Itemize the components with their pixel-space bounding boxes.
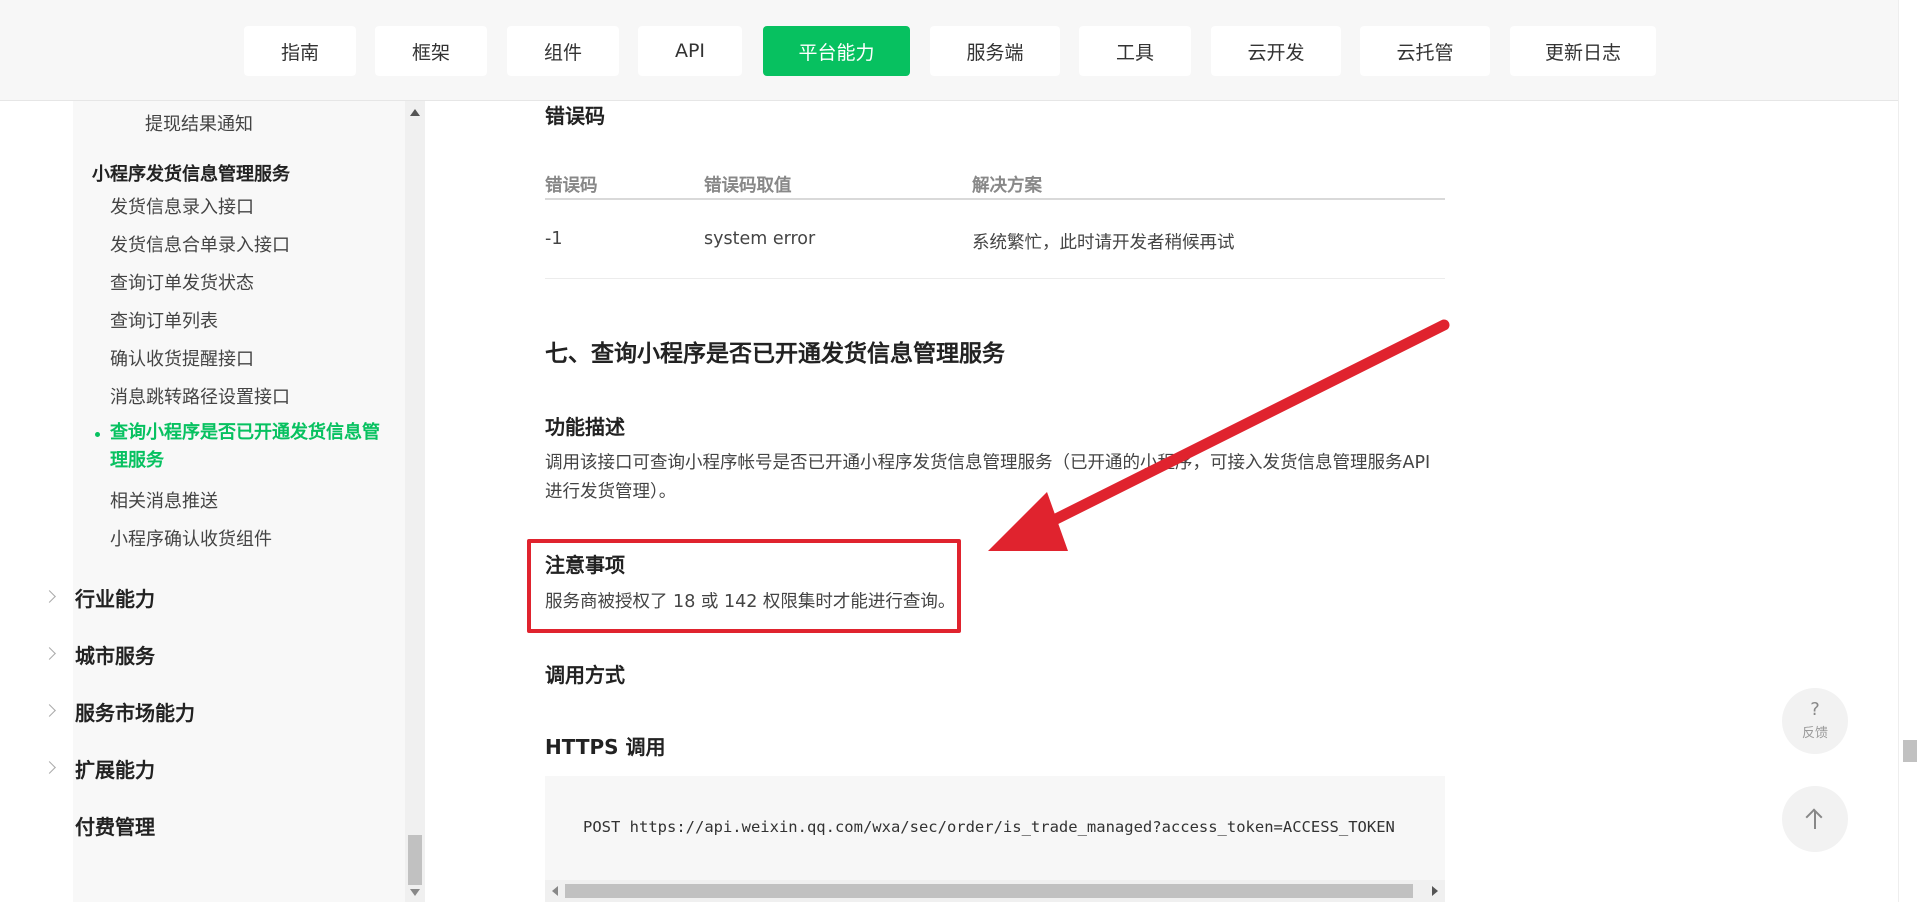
- description-line-1: 调用该接口可查询小程序帐号是否已开通小程序发货信息管理服务（已开通的小程序，可接…: [545, 453, 1431, 473]
- https-call-heading: HTTPS 调用: [545, 735, 666, 759]
- active-indicator-dot: [95, 432, 100, 437]
- description-heading: 功能描述: [545, 415, 625, 439]
- sidebar-section-extension[interactable]: 扩展能力: [75, 754, 155, 783]
- sidebar-section-industry[interactable]: 行业能力: [75, 583, 155, 612]
- arrow-up-icon: [1805, 808, 1825, 830]
- sidebar-item-message-jump-path[interactable]: 消息跳转路径设置接口: [110, 383, 290, 409]
- sidebar-item-query-service-opened[interactable]: 查询小程序是否已开通发货信息管理服务: [110, 419, 380, 475]
- code-request-line: POST https://api.weixin.qq.com/wxa/sec/o…: [583, 818, 1395, 836]
- scroll-up-icon[interactable]: [410, 109, 420, 116]
- nav-item-server[interactable]: 服务端: [930, 26, 1060, 76]
- table-header-divider: [545, 198, 1445, 200]
- table-cell-solution: 系统繁忙，此时请开发者稍候再试: [972, 233, 1235, 253]
- sidebar-item-upload-combined-shipping[interactable]: 发货信息合单录入接口: [110, 231, 290, 257]
- table-header-code: 错误码: [545, 176, 598, 196]
- scroll-left-icon[interactable]: [552, 886, 558, 896]
- feedback-button[interactable]: ? 反馈: [1782, 688, 1848, 754]
- back-to-top-button[interactable]: [1782, 786, 1848, 852]
- table-header-value: 错误码取值: [704, 176, 792, 196]
- scroll-down-icon[interactable]: [410, 889, 420, 896]
- help-icon: ?: [1810, 699, 1820, 720]
- feedback-label: 反馈: [1801, 726, 1828, 741]
- scroll-right-icon[interactable]: [1432, 886, 1438, 896]
- page-scroll-thumb[interactable]: [1903, 740, 1917, 762]
- sidebar-item-withdraw-notify[interactable]: 提现结果通知: [145, 110, 253, 136]
- nav-item-cloud-hosting[interactable]: 云托管: [1360, 26, 1490, 76]
- sidebar-section-city-services[interactable]: 城市服务: [75, 640, 155, 669]
- nav-item-framework[interactable]: 框架: [375, 26, 487, 76]
- description-line-2: 进行发货管理）。: [545, 482, 677, 502]
- scroll-thumb[interactable]: [408, 835, 422, 885]
- table-row-divider: [545, 278, 1445, 279]
- sidebar-section-paid-management[interactable]: 付费管理: [75, 811, 155, 840]
- error-code-heading: 错误码: [545, 104, 605, 128]
- annotation-highlight-box: [527, 539, 961, 633]
- nav-item-changelog[interactable]: 更新日志: [1510, 26, 1656, 76]
- sidebar-item-upload-shipping[interactable]: 发货信息录入接口: [110, 193, 254, 219]
- sidebar-item-confirm-receipt-component[interactable]: 小程序确认收货组件: [110, 525, 272, 551]
- nav-item-api[interactable]: API: [638, 26, 742, 76]
- sidebar-item-query-order-status[interactable]: 查询订单发货状态: [110, 269, 254, 295]
- nav-item-platform-capabilities[interactable]: 平台能力: [763, 26, 910, 76]
- code-horizontal-scrollbar[interactable]: [545, 880, 1445, 902]
- nav-item-cloud-dev[interactable]: 云开发: [1211, 26, 1341, 76]
- nav-item-guide[interactable]: 指南: [244, 26, 356, 76]
- page-scrollbar[interactable]: [1898, 0, 1920, 902]
- sidebar-scrollbar[interactable]: [405, 101, 425, 902]
- section-title: 七、查询小程序是否已开通发货信息管理服务: [545, 341, 1005, 367]
- table-cell-code: -1: [545, 229, 563, 249]
- sidebar-group-shipping-service[interactable]: 小程序发货信息管理服务: [92, 160, 290, 186]
- sidebar-item-related-push[interactable]: 相关消息推送: [110, 487, 218, 513]
- code-block: POST https://api.weixin.qq.com/wxa/sec/o…: [545, 776, 1445, 902]
- call-method-heading: 调用方式: [545, 663, 625, 687]
- table-header-solution: 解决方案: [972, 176, 1042, 196]
- nav-item-tools[interactable]: 工具: [1079, 26, 1191, 76]
- sidebar-section-service-market[interactable]: 服务市场能力: [75, 697, 195, 726]
- nav-item-components[interactable]: 组件: [507, 26, 619, 76]
- code-scroll-thumb[interactable]: [565, 884, 1413, 898]
- sidebar-item-confirm-receipt-reminder[interactable]: 确认收货提醒接口: [110, 345, 254, 371]
- table-cell-value: system error: [704, 229, 816, 249]
- sidebar-item-query-order-list[interactable]: 查询订单列表: [110, 307, 218, 333]
- top-nav-bar: 指南 框架 组件 API 平台能力 服务端 工具 云开发 云托管 更新日志: [0, 0, 1920, 101]
